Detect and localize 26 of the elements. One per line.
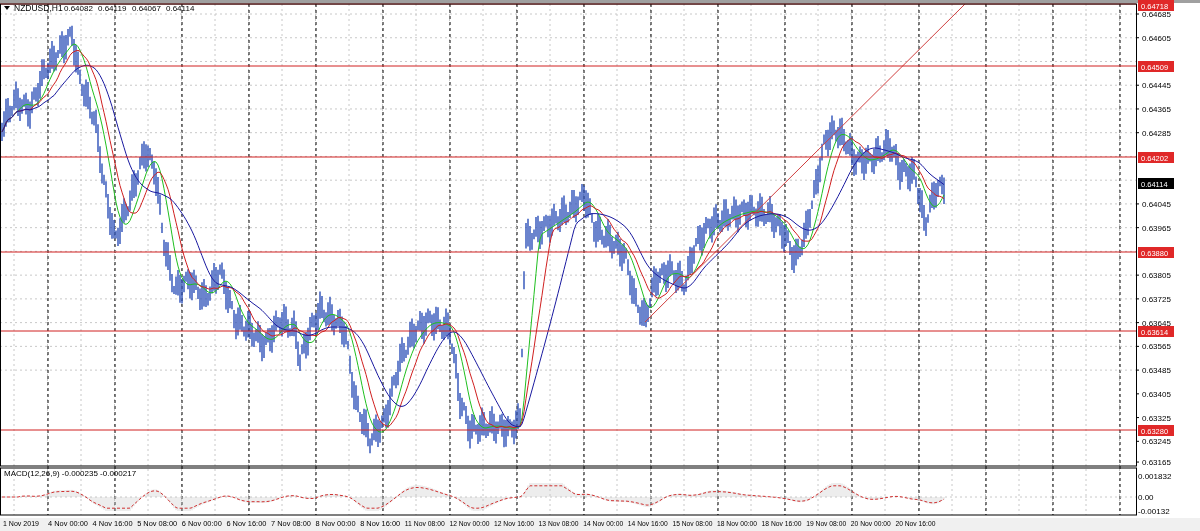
price-axis-label: 0.64445 [1142, 81, 1171, 91]
price-axis-label: 0.63485 [1142, 366, 1171, 376]
price-axis-label: 0.64685 [1142, 10, 1171, 19]
price-axis-label: 0.63325 [1142, 413, 1171, 423]
macd-axis-label: 0.00 [1138, 493, 1154, 502]
price-axis-label: 0.63405 [1142, 389, 1171, 399]
price-axis-label: 0.63245 [1142, 437, 1171, 447]
price-axis-label: 0.64045 [1142, 199, 1171, 209]
quote-value: 0.64082 [64, 4, 93, 13]
macd-label: MACD(12,26,9) -0.000235 -0.000217 [4, 469, 137, 478]
price-axis-label: 0.64365 [1142, 104, 1171, 114]
quote-value: 0.64067 [132, 4, 161, 13]
macd-axis-label: -0.00132 [1138, 507, 1170, 516]
symbol-label: NZDUSD,H1 [14, 3, 63, 13]
price-axis-label: 0.64285 [1142, 128, 1171, 138]
price-axis-label: 0.63965 [1142, 223, 1171, 233]
dropdown-icon[interactable] [4, 6, 10, 10]
price-axis-label: 0.63165 [1142, 458, 1171, 468]
price-axis-label: 0.63645 [1142, 318, 1171, 328]
macd-axis-label: 0.001832 [1138, 472, 1172, 481]
price-axis-label: 0.63565 [1142, 342, 1171, 352]
price-axis-label: 0.63725 [1142, 294, 1171, 304]
price-axis-label: 0.64605 [1142, 33, 1171, 43]
price-axis-label: 0.63805 [1142, 271, 1171, 281]
quote-value: 0.64119 [98, 4, 127, 13]
quote-value: 0.64114 [166, 4, 195, 13]
